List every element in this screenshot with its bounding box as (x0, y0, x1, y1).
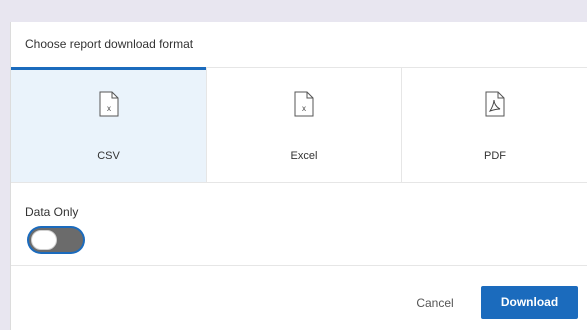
format-option-excel[interactable]: x Excel (206, 67, 401, 182)
pdf-file-icon (485, 91, 505, 117)
format-label-pdf: PDF (484, 150, 506, 162)
cancel-button[interactable]: Cancel (403, 288, 467, 318)
toggle-knob (31, 230, 57, 250)
data-only-toggle[interactable] (29, 228, 83, 252)
excel-file-icon: x (294, 91, 314, 117)
format-label-excel: Excel (290, 150, 318, 162)
download-button[interactable]: Download (481, 286, 578, 319)
format-options: x CSV x Excel PDF (11, 67, 587, 183)
format-option-pdf[interactable]: PDF (401, 67, 587, 182)
download-format-dialog: Choose report download format x CSV x Ex… (10, 22, 587, 330)
data-only-label: Data Only (25, 205, 79, 219)
format-label-csv: CSV (97, 150, 120, 162)
footer-divider (11, 265, 587, 266)
csv-file-icon: x (99, 91, 118, 117)
svg-text:x: x (302, 104, 306, 113)
format-option-csv[interactable]: x CSV (11, 67, 206, 182)
dialog-title: Choose report download format (25, 37, 194, 51)
svg-text:x: x (107, 104, 111, 113)
